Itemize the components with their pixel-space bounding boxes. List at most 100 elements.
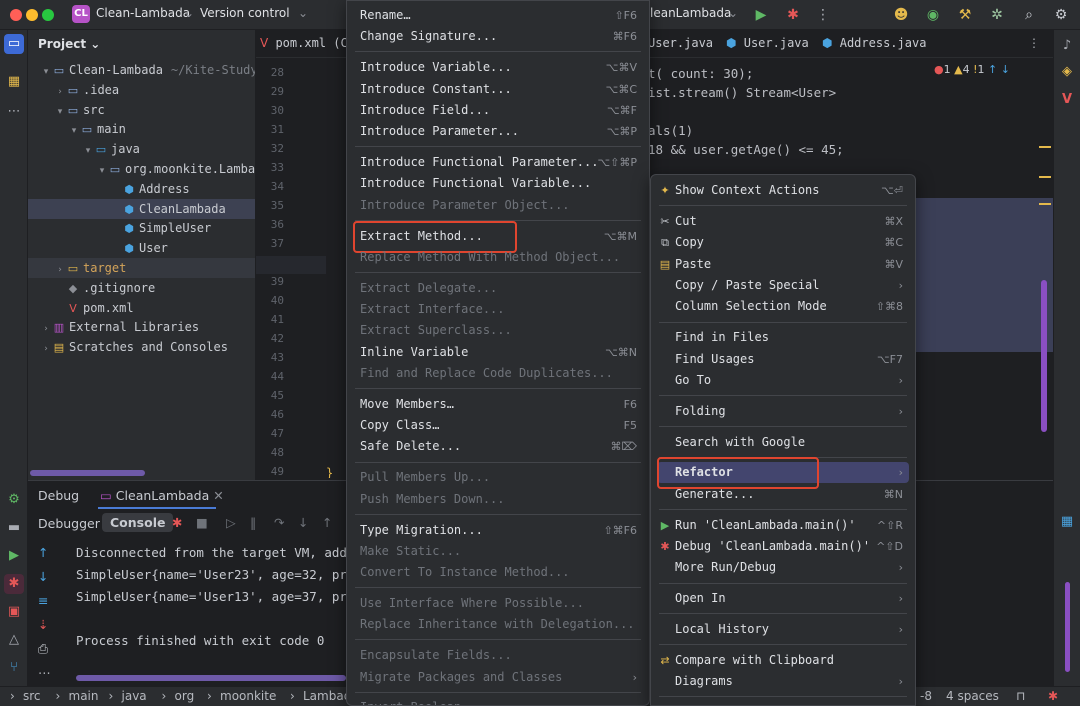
next-highlight-icon[interactable]: ↓ (1001, 63, 1010, 76)
ai-assistant-icon[interactable]: ✲ (988, 6, 1006, 24)
vcs-dropdown[interactable]: Version control (200, 6, 290, 20)
tree-item-java[interactable]: ▾ ▭ java (28, 139, 255, 159)
close-window-button[interactable] (10, 9, 22, 21)
menu-item-safe-delete[interactable]: Safe Delete... ⌘⌦ (353, 436, 643, 457)
tree-item--gitignore[interactable]: ◆ .gitignore (28, 278, 255, 298)
debug-tab[interactable]: Debug (38, 488, 79, 503)
menu-item-copy-class[interactable]: Copy Class… F5 (353, 415, 643, 436)
menu-item-introduce-parameter[interactable]: Introduce Parameter... ⌥⌘P (353, 121, 643, 142)
console-horizontal-scrollbar[interactable] (76, 675, 346, 681)
terminal-icon[interactable]: ▣ (4, 602, 24, 622)
line-number[interactable]: 40 (256, 294, 284, 307)
close-icon[interactable]: ✕ (213, 488, 223, 503)
inspection-widget[interactable]: ●1 ▲4 !1 ↑ ↓ (934, 63, 1010, 76)
menu-item-diagrams[interactable]: Diagrams › (657, 671, 909, 692)
menu-item-compare-with-clipboard[interactable]: ⇄ Compare with Clipboard (657, 650, 909, 671)
menu-item-move-members[interactable]: Move Members… F6 (353, 394, 643, 415)
menu-item-[interactable]: ▣编码规约扫描 ⌥⇧⌘J (657, 702, 909, 705)
tree-item-src[interactable]: ▾ ▭ src (28, 100, 255, 120)
tree-item-external-libraries[interactable]: › ▥ External Libraries (28, 317, 255, 337)
menu-item-more-run-debug[interactable]: More Run/Debug › (657, 557, 909, 578)
menu-item-show-context-actions[interactable]: ✦ Show Context Actions ⌥⏎ (657, 180, 909, 201)
line-number[interactable]: 37 (256, 237, 284, 250)
services-icon[interactable]: ⚙ (4, 490, 24, 510)
line-number[interactable]: 29 (256, 85, 284, 98)
notifications-icon[interactable]: ♪ (1057, 36, 1077, 56)
menu-item-introduce-functional-variable[interactable]: Introduce Functional Variable... (353, 173, 643, 194)
up-stack-icon[interactable]: ↑ (38, 545, 48, 560)
menu-item-find-usages[interactable]: Find Usages ⌥F7 (657, 349, 909, 370)
git-icon[interactable]: ⑂ (4, 658, 24, 678)
debug-tool-icon[interactable]: ✱ (4, 574, 24, 594)
pause-icon[interactable]: ‖ (250, 515, 256, 530)
tree-item-user[interactable]: ⬢ User (28, 238, 255, 258)
menu-item-copy[interactable]: ⧉ Copy ⌘C (657, 232, 909, 253)
console-tab[interactable]: Console (102, 513, 174, 532)
tree-item--idea[interactable]: › ▭ .idea (28, 80, 255, 100)
menu-item-column-selection-mode[interactable]: Column Selection Mode ⇧⌘8 (657, 296, 909, 317)
error-stripe-mark[interactable] (1039, 203, 1051, 205)
plugin-status-icon[interactable]: ◉ (924, 6, 942, 24)
tree-item-target[interactable]: › ▭ target (28, 258, 255, 278)
tab-user-java-2[interactable]: ⬢ User.java (726, 36, 809, 50)
previous-highlight-icon[interactable]: ↑ (988, 63, 997, 76)
chevron-right-icon[interactable]: › (40, 339, 52, 359)
scroll-to-end-icon[interactable]: ⇣ (38, 617, 48, 632)
debug-status-icon[interactable]: ✱ (1048, 689, 1058, 703)
tab-user-java-1[interactable]: User.java (648, 36, 713, 50)
down-stack-icon[interactable]: ↓ (38, 569, 48, 584)
indent-status[interactable]: 4 spaces (946, 689, 999, 703)
run-icon[interactable]: ▶ (752, 6, 770, 24)
code-with-me-icon[interactable]: ☻ (892, 6, 910, 24)
line-number[interactable]: 34 (256, 180, 284, 193)
debug-icon[interactable]: ✱ (784, 6, 802, 24)
tree-item-simpleuser[interactable]: ⬢ SimpleUser (28, 218, 255, 238)
line-number[interactable]: 28 (256, 66, 284, 79)
menu-item-introduce-field[interactable]: Introduce Field... ⌥⌘F (353, 100, 643, 121)
search-icon[interactable]: ⌕ (1020, 6, 1038, 24)
breadcrumb-item[interactable]: main (69, 689, 99, 703)
line-number[interactable]: 46 (256, 408, 284, 421)
project-badge[interactable]: CL (72, 5, 90, 23)
problems-icon[interactable]: △ (4, 630, 24, 650)
vertical-scrollbar[interactable] (1041, 280, 1047, 432)
menu-item-inline-variable[interactable]: Inline Variable ⌥⌘N (353, 342, 643, 363)
error-stripe-mark[interactable] (1039, 146, 1051, 148)
line-number[interactable]: 33 (256, 161, 284, 174)
menu-item-paste[interactable]: ▤ Paste ⌘V (657, 254, 909, 275)
step-into-icon[interactable]: ↓ (298, 515, 308, 530)
debugger-tab[interactable]: Debugger (38, 516, 100, 531)
tree-item-address[interactable]: ⬢ Address (28, 179, 255, 199)
line-number[interactable]: 31 (256, 123, 284, 136)
soft-wrap-icon[interactable]: ≡ (38, 593, 48, 608)
debug-bug-icon[interactable]: ✱ (172, 515, 182, 530)
print-icon[interactable]: ⎙ (38, 641, 48, 657)
menu-item-generate[interactable]: Generate... ⌘N (657, 484, 909, 505)
tree-item-org-moonkite-lambada[interactable]: ▾ ▭ org.moonkite.Lambada (28, 159, 255, 179)
lock-icon[interactable]: ⊓ (1016, 689, 1025, 703)
settings-gear-icon[interactable]: ⚙ (1052, 6, 1070, 24)
line-number[interactable]: 36 (256, 218, 284, 231)
error-stripe-mark[interactable] (1039, 176, 1051, 178)
tree-item-clean-lambada[interactable]: ▾ ▭ Clean-Lambada ~/Kite-Study (28, 60, 255, 80)
menu-item-open-in[interactable]: Open In › (657, 588, 909, 609)
menu-item-rename[interactable]: Rename… ⇧F6 (353, 5, 643, 26)
project-tool-icon[interactable]: ▭ (4, 34, 24, 54)
debug-session-tab[interactable]: ▭ CleanLambada ✕ (100, 488, 224, 503)
breadcrumb-item[interactable]: org (175, 689, 195, 703)
line-number[interactable]: 47 (256, 427, 284, 440)
menu-item-run-cleanlambada-main[interactable]: ▶ Run 'CleanLambada.main()' ^⇧R (657, 515, 909, 536)
tab-pom-xml[interactable]: V pom.xml (Cl (260, 36, 355, 50)
tab-address-java[interactable]: ⬢ Address.java (822, 36, 926, 50)
tree-item-main[interactable]: ▾ ▭ main (28, 119, 255, 139)
menu-item-introduce-variable[interactable]: Introduce Variable... ⌥⌘V (353, 57, 643, 78)
tab-options-icon[interactable]: ⋮ (1028, 36, 1040, 50)
more-icon[interactable]: ⋯ (38, 665, 51, 680)
menu-item-find-in-files[interactable]: Find in Files (657, 327, 909, 348)
breadcrumb-item[interactable]: moonkite (220, 689, 276, 703)
structure-tool-icon[interactable]: ▦ (4, 72, 24, 92)
tree-item-scratches-and-consoles[interactable]: › ▤ Scratches and Consoles (28, 337, 255, 359)
project-panel-title[interactable]: Project ⌄ (38, 37, 100, 51)
tree-item-pom-xml[interactable]: Vpom.xml (28, 298, 255, 318)
run-config-dropdown[interactable]: leanLambada (650, 6, 731, 20)
